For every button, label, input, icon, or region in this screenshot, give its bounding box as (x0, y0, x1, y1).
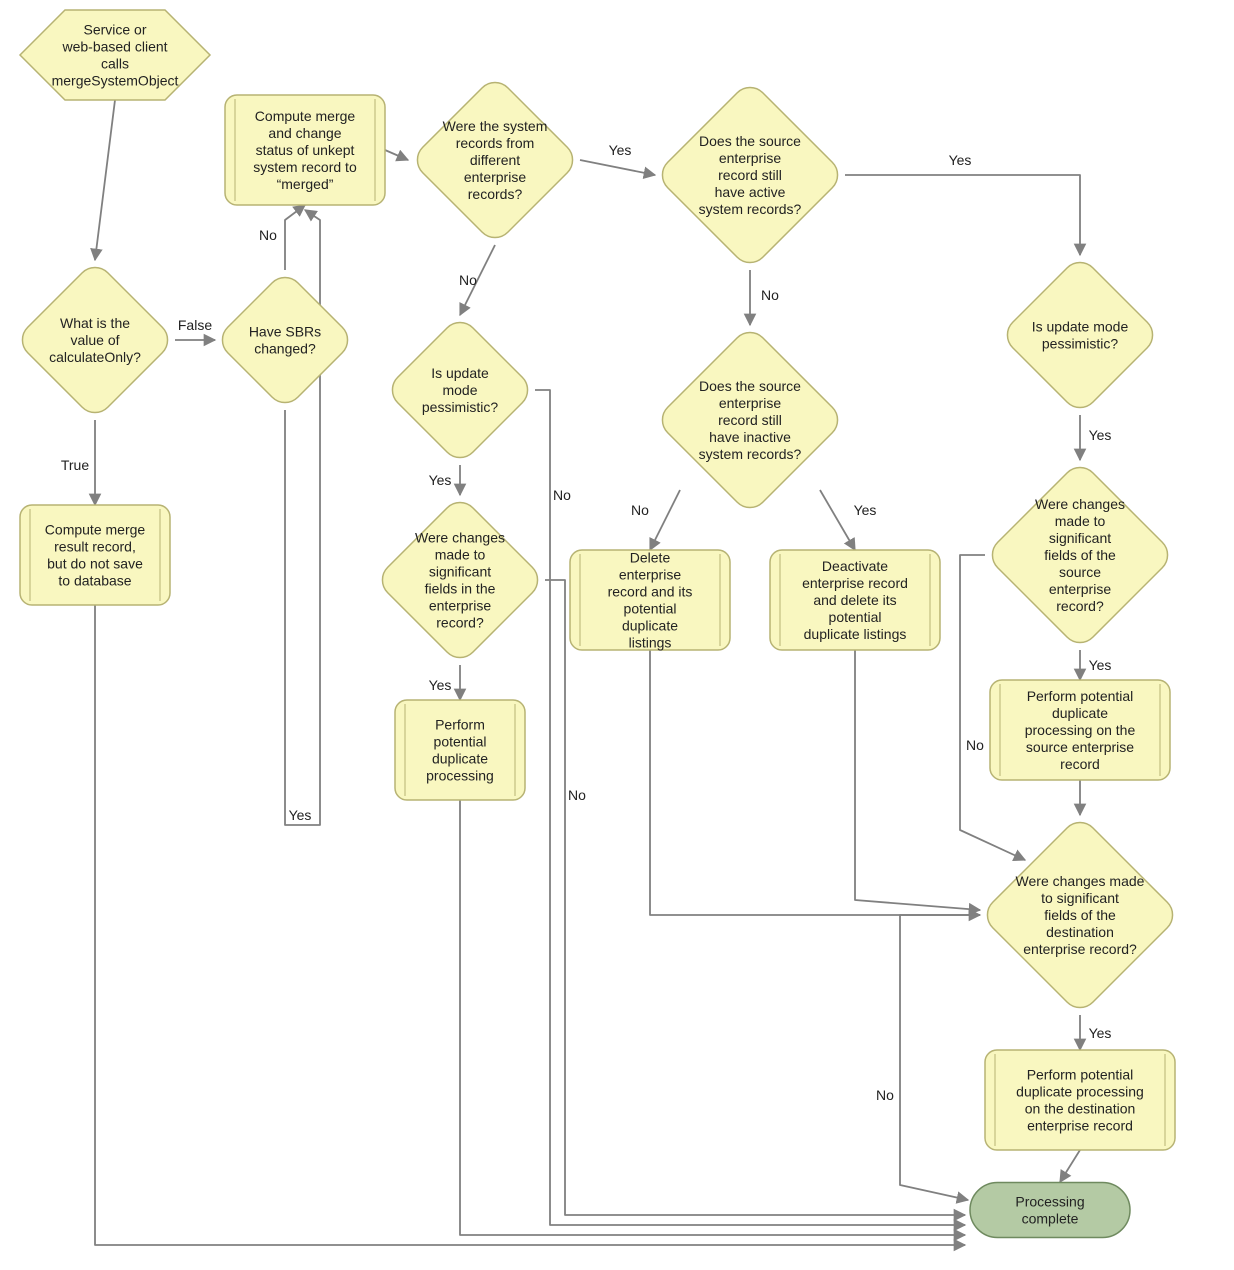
svg-text:No: No (761, 287, 779, 303)
node-diffEnt: Were the systemrecords fromdifferentente… (410, 75, 580, 245)
node-potDupDest: Perform potentialduplicate processingon … (985, 1050, 1175, 1150)
node-updPess1: Is updatemodepessimistic? (385, 315, 535, 465)
svg-text:Have SBRschanged?: Have SBRschanged? (249, 323, 321, 356)
svg-text:False: False (178, 317, 212, 333)
svg-text:No: No (259, 227, 277, 243)
svg-text:Yes: Yes (609, 142, 632, 158)
node-deleteEnt: Deleteenterpriserecord and itspotentiald… (570, 549, 730, 650)
svg-text:Yes: Yes (1089, 657, 1112, 673)
svg-text:Processingcomplete: Processingcomplete (1015, 1193, 1084, 1226)
node-sigFields1: Were changesmade tosignificantfields in … (375, 495, 545, 665)
svg-text:Yes: Yes (289, 807, 312, 823)
svg-text:Yes: Yes (949, 152, 972, 168)
svg-text:No: No (568, 787, 586, 803)
node-sigDest: Were changes madeto significantfields of… (980, 815, 1180, 1015)
node-deactEnt: Deactivateenterprise recordand delete it… (770, 550, 940, 650)
flowchart: True False No Yes Yes No Yes No Yes No Yes No No Yes Y… (0, 0, 1234, 1270)
svg-text:Yes: Yes (1089, 427, 1112, 443)
svg-text:No: No (459, 272, 477, 288)
node-sbrs: Have SBRschanged? (215, 270, 355, 410)
svg-text:True: True (61, 457, 89, 473)
svg-text:Yes: Yes (429, 472, 452, 488)
svg-text:Compute mergeresult record,but: Compute mergeresult record,but do not sa… (45, 521, 146, 588)
svg-text:No: No (631, 502, 649, 518)
node-computeMerge: Compute mergeand changestatus of unkepts… (225, 95, 385, 205)
node-start: Service orweb-based clientcallsmergeSyst… (20, 10, 210, 100)
node-inactiveSys: Does the sourceenterpriserecord stillhav… (655, 325, 845, 515)
svg-text:Performpotentialduplicateproce: Performpotentialduplicateprocessing (426, 716, 494, 783)
node-sigSrc: Were changesmade tosignificantfields of … (985, 460, 1175, 650)
node-updPess2: Is update modepessimistic? (1000, 255, 1160, 415)
node-calcOnly: What is thevalue ofcalculateOnly? (15, 260, 175, 420)
svg-text:Is update modepessimistic?: Is update modepessimistic? (1032, 318, 1129, 351)
svg-text:Yes: Yes (854, 502, 877, 518)
node-computeNoSave: Compute mergeresult record,but do not sa… (20, 505, 170, 605)
node-potDup1: Performpotentialduplicateprocessing (395, 700, 525, 800)
node-activeSys: Does the sourceenterpriserecord stillhav… (655, 80, 845, 270)
edges: True False No Yes Yes No Yes No Yes No Yes No No Yes Y… (61, 100, 1112, 1245)
svg-text:No: No (553, 487, 571, 503)
svg-text:No: No (876, 1087, 894, 1103)
svg-text:Yes: Yes (1089, 1025, 1112, 1041)
svg-text:Perform potentialduplicate pro: Perform potentialduplicate processingon … (1016, 1066, 1144, 1133)
svg-text:Yes: Yes (429, 677, 452, 693)
nodes: Service orweb-based clientcallsmergeSyst… (15, 10, 1180, 1238)
node-done: Processingcomplete (970, 1183, 1130, 1238)
svg-text:No: No (966, 737, 984, 753)
node-potDupSrc: Perform potentialduplicateprocessing on … (990, 680, 1170, 780)
